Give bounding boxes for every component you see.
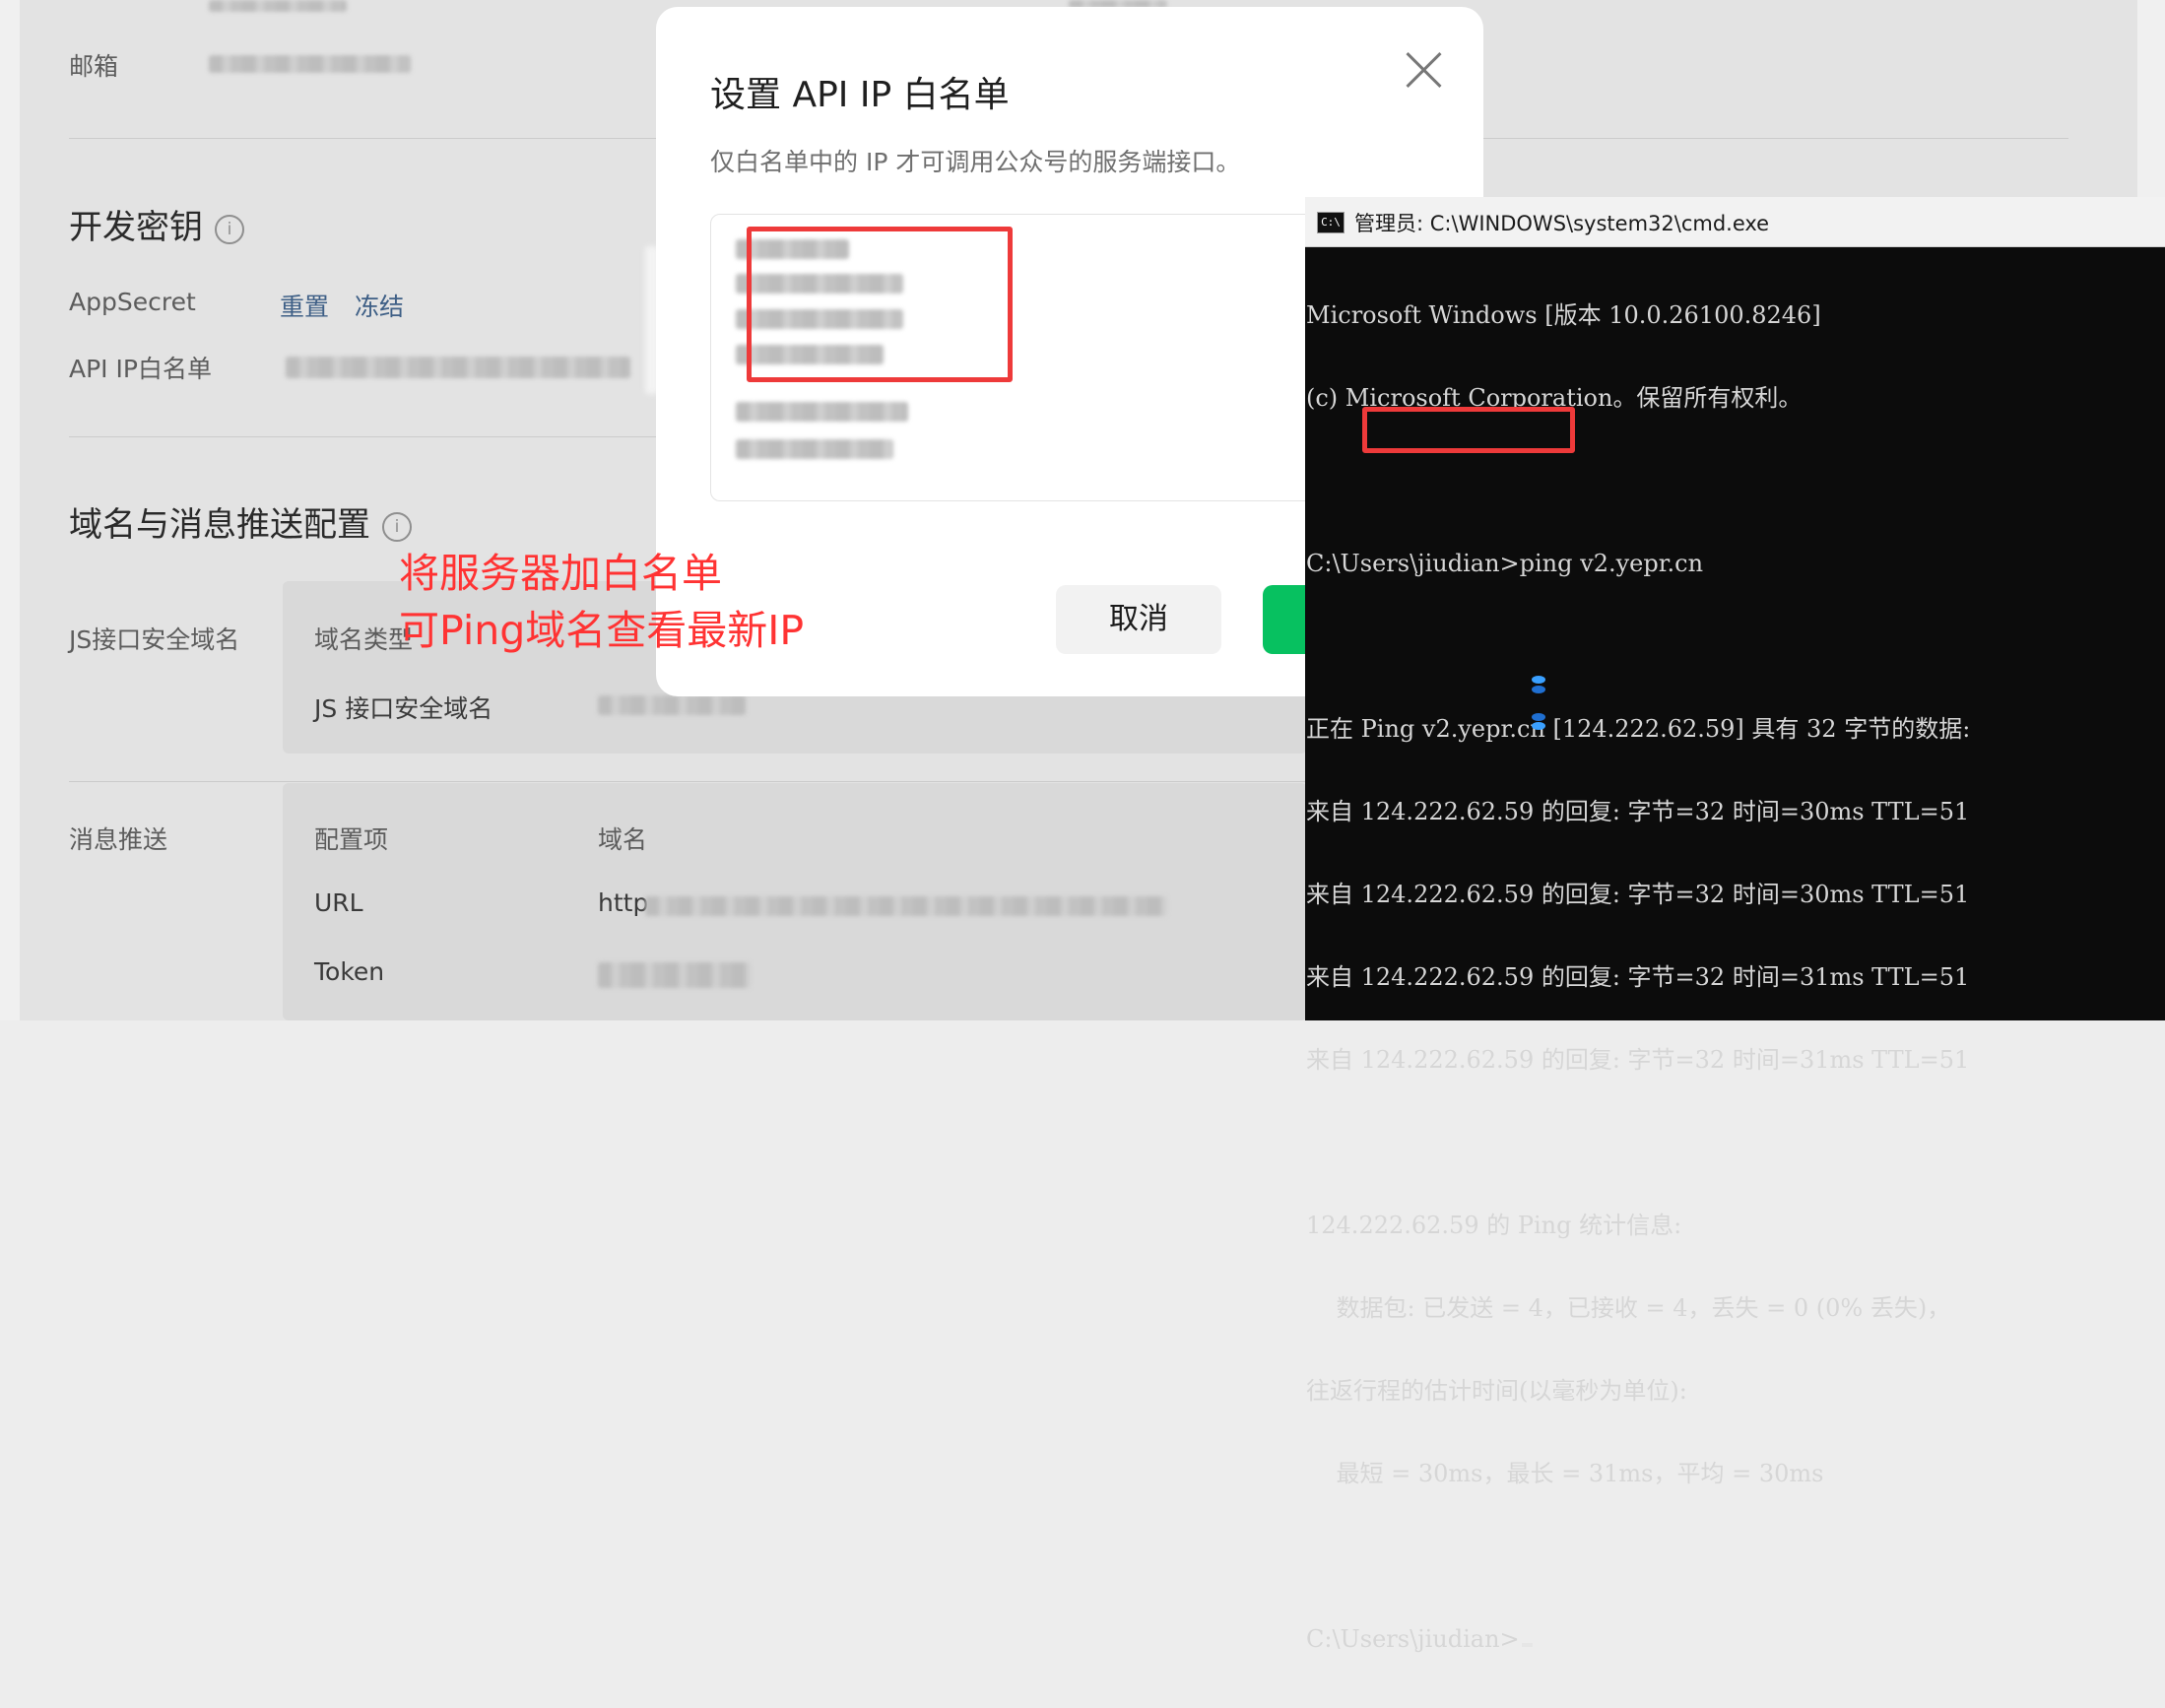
ip-entry — [736, 402, 908, 422]
api-ip-whitelist-value — [286, 357, 630, 378]
dev-key-title-text: 开发密钥 — [69, 208, 203, 247]
close-icon[interactable] — [1395, 46, 1454, 105]
token-value — [598, 962, 751, 988]
url-value — [645, 896, 1167, 916]
domain-column-label: 域名 — [598, 825, 648, 854]
busy-cursor-icon — [1531, 676, 1546, 731]
console-line: 正在 Ping v2.yepr.cn [124.222.62.59] 具有 32… — [1306, 715, 1971, 743]
domain-config-title: 域名与消息推送配置 i — [69, 497, 412, 546]
cancel-button[interactable]: 取消 — [1056, 585, 1221, 654]
wechat-id-value — [209, 0, 347, 12]
reset-link[interactable]: 重置 — [280, 288, 329, 323]
console-prompt: C:\Users\jiudian> — [1306, 1625, 1520, 1653]
console-line: 数据包: 已发送 = 4，已接收 = 4，丢失 = 0 (0% 丢失)， — [1306, 1294, 1951, 1322]
domain-config-title-text: 域名与消息推送配置 — [69, 505, 370, 545]
js-domain-label: JS接口安全域名 — [69, 625, 240, 654]
info-icon[interactable]: i — [382, 511, 412, 542]
push-label: 消息推送 — [69, 825, 168, 854]
ip-entry-blur — [736, 402, 908, 422]
console-prompt-line[interactable]: C:\Users\jiudian> — [1306, 1625, 2163, 1653]
dialog-description: 仅白名单中的 IP 才可调用公众号的服务端接口。 — [710, 148, 1241, 176]
console-line: 往返行程的估计时间(以毫秒为单位): — [1306, 1377, 1687, 1405]
email-value — [209, 55, 411, 73]
app-secret-label: AppSecret — [69, 288, 196, 316]
busy-cursor-dot — [1532, 713, 1545, 721]
url-label: URL — [314, 888, 363, 917]
busy-cursor-dot — [1532, 686, 1545, 693]
ip-list-highlight-box — [747, 227, 1013, 382]
console-line: 最短 = 30ms，最长 = 31ms，平均 = 30ms — [1306, 1460, 1824, 1487]
console-line: 来自 124.222.62.59 的回复: 字节=32 时间=30ms TTL=… — [1306, 798, 1970, 825]
busy-cursor-dot — [1532, 676, 1545, 684]
annotation-line-1: 将服务器加白名单 — [399, 550, 722, 597]
ip-entry — [736, 439, 893, 459]
console-line: Microsoft Windows [版本 10.0.26100.8246] — [1306, 301, 1821, 329]
cmd-app-icon: C:\ — [1317, 212, 1345, 233]
ip-entry-blur — [736, 439, 893, 459]
js-domain-value — [598, 695, 746, 715]
api-ip-whitelist-label: API IP白名单 — [69, 355, 212, 383]
token-label: Token — [314, 957, 385, 986]
annotation-text: 将服务器加白名单 可Ping域名查看最新IP — [399, 545, 804, 659]
text-cursor — [1521, 1643, 1533, 1647]
annotation-line-2: 可Ping域名查看最新IP — [399, 607, 805, 654]
config-item-label: 配置项 — [314, 825, 389, 854]
console-line: C:\Users\jiudian>ping v2.yepr.cn — [1306, 550, 1704, 577]
console-line: 来自 124.222.62.59 的回复: 字节=32 时间=31ms TTL=… — [1306, 963, 1970, 991]
domain-type-label: 域名类型 — [314, 625, 414, 654]
cmd-console-output[interactable]: Microsoft Windows [版本 10.0.26100.8246] (… — [1306, 246, 2163, 1708]
dialog-title: 设置 API IP 白名单 — [710, 75, 1010, 115]
js-domain-field-label: JS 接口安全域名 — [314, 694, 493, 723]
cmd-window-title: 管理员: C:\WINDOWS\system32\cmd.exe — [1354, 212, 1770, 235]
busy-cursor-dot — [1532, 722, 1545, 730]
console-line: 124.222.62.59 的 Ping 统计信息: — [1306, 1212, 1682, 1239]
section-divider — [69, 781, 1320, 782]
freeze-link[interactable]: 冻结 — [355, 288, 404, 323]
url-value-prefix: http — [598, 888, 649, 917]
info-icon[interactable]: i — [215, 214, 244, 244]
cmd-window[interactable]: C:\ 管理员: C:\WINDOWS\system32\cmd.exe Mic… — [1305, 197, 2165, 1653]
cmd-titlebar[interactable]: C:\ 管理员: C:\WINDOWS\system32\cmd.exe — [1305, 197, 2165, 247]
dev-key-title: 开发密钥 i — [69, 200, 244, 248]
email-label: 邮箱 — [69, 52, 119, 81]
ip-address-highlight-box — [1362, 407, 1575, 453]
console-line: 来自 124.222.62.59 的回复: 字节=32 时间=31ms TTL=… — [1306, 1046, 1970, 1074]
console-line: 来自 124.222.62.59 的回复: 字节=32 时间=30ms TTL=… — [1306, 881, 1970, 908]
